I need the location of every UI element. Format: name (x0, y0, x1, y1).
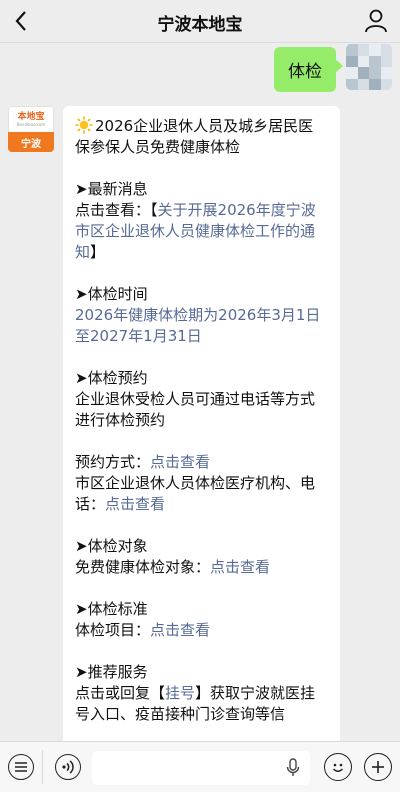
more-button[interactable] (364, 753, 392, 781)
outgoing-message-row: 体检 (274, 44, 392, 92)
news-bracket-close: 】 (90, 243, 106, 261)
chat-title: 宁波本地宝 (157, 15, 243, 35)
outgoing-message-bubble[interactable]: 体检 (274, 47, 343, 92)
profile-button[interactable] (362, 7, 390, 35)
bar-divider (42, 750, 43, 784)
voice-icon (62, 760, 74, 774)
booking-heading: ➤体检预约 (75, 369, 148, 387)
avatar-city: 宁波 (8, 132, 54, 152)
menu-icon (15, 762, 27, 772)
service-prefix: 点击或回复【 (75, 684, 166, 702)
news-prefix: 点击查看： (75, 201, 151, 219)
sender-avatar[interactable]: 本地宝 Bendibao.com 宁波 (8, 106, 54, 152)
emoji-button[interactable] (324, 753, 352, 781)
target-line: 免费健康体检对象：点击查看 (75, 557, 328, 578)
service-heading: ➤推荐服务 (75, 663, 148, 681)
article-title-text: 2026企业退休人员及城乡居民医保参保人员免费健康体检 (75, 117, 314, 156)
time-text-link[interactable]: 2026年健康体检期为2026年3月1日至2027年1月31日 (75, 305, 328, 347)
chat-input-bar (0, 741, 400, 792)
sun-icon (75, 116, 93, 134)
news-heading: ➤最新消息 (75, 180, 148, 198)
news-bracket-open: 【 (150, 201, 158, 219)
chat-header: 宁波本地宝 (0, 0, 400, 43)
standard-line: 体检项目：点击查看 (75, 620, 328, 641)
my-avatar[interactable] (346, 44, 392, 90)
avatar-logo-text: 本地宝 (17, 111, 45, 122)
standard-label: 体检项目： (75, 621, 151, 639)
target-link[interactable]: 点击查看 (210, 558, 270, 576)
booking-text: 企业退休受检人员可通过电话等方式进行体检预约 (75, 390, 316, 429)
service-line: 点击或回复【挂号】获取宁波就医挂号入口、疫苗接种门诊查询等信 (75, 683, 328, 725)
target-heading: ➤体检对象 (75, 537, 148, 555)
standard-link[interactable]: 点击查看 (150, 621, 210, 639)
voice-button[interactable] (55, 754, 81, 780)
target-label: 免费健康体检对象： (75, 558, 211, 576)
booking-method-link[interactable]: 点击查看 (150, 453, 210, 471)
standard-heading: ➤体检标准 (75, 600, 148, 618)
booking-institution-line: 市区企业退休人员体检医疗机构、电话：点击查看 (75, 473, 328, 515)
menu-button[interactable] (8, 754, 34, 780)
booking-institution-link[interactable]: 点击查看 (105, 495, 165, 513)
plus-icon (372, 761, 384, 773)
message-input[interactable] (92, 751, 310, 785)
news-line: 点击查看：【关于开展2026年度宁波市区企业退休人员健康体检工作的通知】 (75, 200, 328, 263)
user-icon (365, 9, 387, 33)
avatar-logo-sub: Bendibao.com (16, 121, 46, 127)
article-title: 2026企业退休人员及城乡居民医保参保人员免费健康体检 (75, 116, 328, 158)
booking-method-label: 预约方式： (75, 453, 151, 471)
microphone-icon[interactable] (286, 758, 300, 778)
emoji-icon (332, 763, 344, 772)
incoming-message-bubble: 2026企业退休人员及城乡居民医保参保人员免费健康体检 ➤最新消息 点击查看：【… (63, 106, 340, 746)
time-heading: ➤体检时间 (75, 285, 148, 303)
booking-method-line: 预约方式：点击查看 (75, 452, 328, 473)
service-keyword-link[interactable]: 挂号 (165, 684, 195, 702)
